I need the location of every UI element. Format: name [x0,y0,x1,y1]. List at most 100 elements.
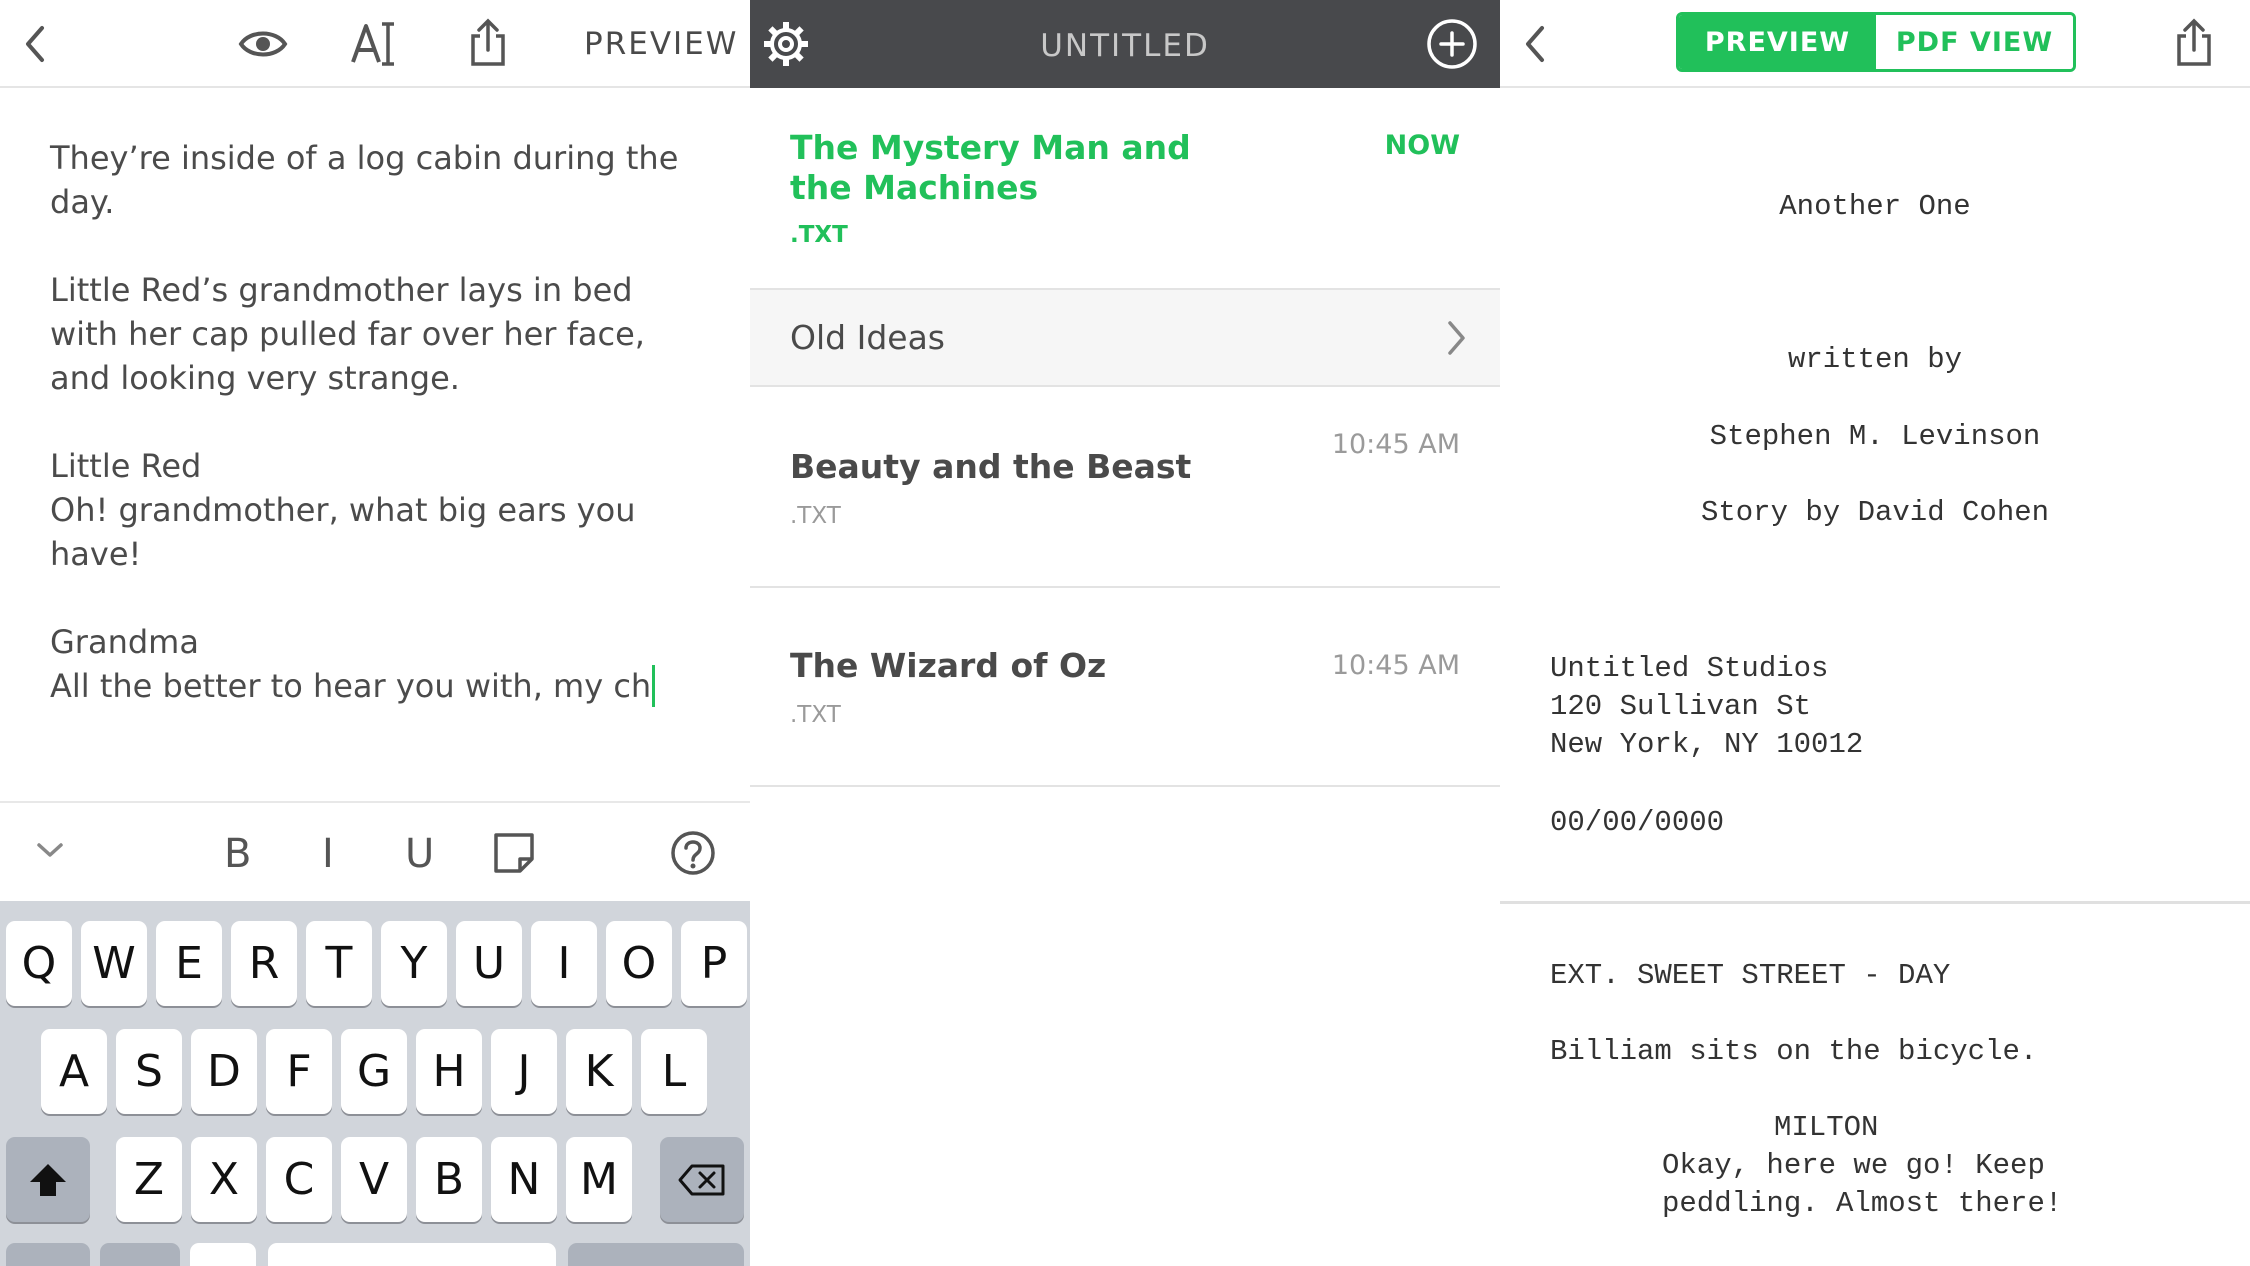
key[interactable]: W [81,921,147,1006]
character-line: Little Red [50,447,202,485]
file-title: The Mystery Man and the Machines [790,128,1191,207]
key[interactable]: A [41,1029,107,1114]
key[interactable]: C [266,1137,332,1222]
action-line: Billiam sits on the bicycle. [1550,1035,2038,1068]
file-ext: .TXT [790,503,841,529]
script-title: Another One [1779,190,1971,223]
underline-button[interactable]: U [405,831,434,877]
script-date: 00/00/0000 [1550,806,1725,839]
scene-heading: EXT. SWEET STREET - DAY [1550,959,1951,992]
folder-label: Old Ideas [790,318,945,357]
key[interactable]: G [341,1029,407,1114]
editor-nav-bar: PREVIEW [0,0,750,88]
key[interactable]: N [491,1137,557,1222]
editor-paragraph: They’re inside of a log cabin during the… [50,139,679,221]
file-ext: .TXT [790,222,848,248]
dialogue-line: Okay, here we go! Keep [1662,1149,2045,1182]
bold-button[interactable]: B [224,831,251,877]
address-line: New York, NY 10012 [1550,728,1864,761]
return-key[interactable] [568,1243,744,1266]
text-style-icon[interactable] [350,20,400,68]
note-icon[interactable] [492,831,536,875]
key[interactable]: O [606,921,672,1006]
file-item-active[interactable]: The Mystery Man and the Machines NOW .TX… [750,88,1500,288]
key[interactable]: J [491,1029,557,1114]
share-icon[interactable] [2174,18,2214,68]
story-by: Story by David Cohen [1700,496,2050,529]
address-line: Untitled Studios [1550,652,1829,685]
chevron-right-icon [1446,320,1466,356]
preview-panel: PREVIEW PDF VIEW Another One written by … [1500,0,2250,1266]
folder-title: UNTITLED [1040,28,1210,64]
key[interactable]: X [191,1137,257,1222]
key[interactable]: L [641,1029,707,1114]
dictation-key[interactable] [190,1243,256,1266]
keyboard: Q W E R T Y U I O P A S D F G H J K L Z … [0,901,750,1266]
share-icon[interactable] [468,18,508,68]
file-item[interactable]: Beauty and the Beast 10:45 AM .TXT [750,387,1500,587]
editor-paragraph: Little Red’s grandmother lays in bed wit… [50,271,645,397]
back-chevron-icon[interactable] [22,24,48,64]
author: Stephen M. Levinson [1709,420,2041,453]
file-time: 10:45 AM [1331,429,1460,460]
chevron-down-icon[interactable] [36,841,64,859]
editor-paragraph: Little Red Oh! grandmother, what big ears… [50,444,710,576]
key[interactable]: E [156,921,222,1006]
address-line: 120 Sullivan St [1550,690,1812,723]
backspace-icon [678,1164,725,1195]
file-item[interactable]: The Wizard of Oz 10:45 AM .TXT [750,588,1500,786]
page-divider [1500,901,2250,904]
folder-item-old-ideas[interactable]: Old Ideas [750,288,1500,387]
add-file-icon[interactable] [1426,18,1478,70]
preview-button[interactable]: PREVIEW [584,26,738,62]
numbers-key[interactable] [6,1243,90,1266]
files-nav-bar: UNTITLED [750,0,1500,88]
script-editor[interactable]: They’re inside of a log cabin during the… [50,136,710,708]
key[interactable]: I [531,921,597,1006]
dialogue-line: All the better to hear you with, my ch [50,667,652,705]
key[interactable]: R [231,921,297,1006]
space-key[interactable] [268,1243,556,1266]
format-toolbar: B I U [0,801,750,901]
key[interactable]: T [306,921,372,1006]
divider [750,785,1500,787]
files-panel: UNTITLED The Mystery Man and the Machine… [750,0,1500,1266]
file-time: NOW [1384,130,1460,161]
character-name: MILTON [1774,1111,1879,1144]
preview-nav-bar: PREVIEW PDF VIEW [1500,0,2250,88]
shift-arrow-icon [30,1163,66,1196]
key[interactable]: Z [116,1137,182,1222]
backspace-key[interactable] [660,1137,744,1222]
shift-key[interactable] [6,1137,90,1222]
tab-pdf-view[interactable]: PDF VIEW [1876,15,2073,69]
back-chevron-icon[interactable] [1522,24,1548,64]
key[interactable]: U [456,921,522,1006]
file-title: Beauty and the Beast [790,447,1192,486]
key[interactable]: F [266,1029,332,1114]
key[interactable]: B [416,1137,482,1222]
key[interactable]: Q [6,921,72,1006]
key[interactable]: D [191,1029,257,1114]
italic-button[interactable]: I [322,831,334,877]
written-by: written by [1787,343,1963,376]
editor-panel: PREVIEW They’re inside of a log cabin du… [0,0,750,1266]
help-icon[interactable] [670,830,716,876]
key[interactable]: Y [381,921,447,1006]
key[interactable]: P [681,921,747,1006]
file-title: The Wizard of Oz [790,646,1107,685]
key[interactable]: M [566,1137,632,1222]
file-ext: .TXT [790,702,841,728]
key[interactable]: V [341,1137,407,1222]
eye-icon[interactable] [238,26,288,62]
dialogue-line: peddling. Almost there! [1662,1187,2063,1220]
text-caret [652,665,656,707]
editor-paragraph-active: Grandma All the better to hear you with, … [50,620,710,708]
key[interactable]: S [116,1029,182,1114]
file-time: 10:45 AM [1331,650,1460,681]
view-toggle: PREVIEW PDF VIEW [1676,12,2076,72]
emoji-key[interactable] [100,1243,180,1266]
tab-preview[interactable]: PREVIEW [1679,15,1876,69]
key[interactable]: H [416,1029,482,1114]
key[interactable]: K [566,1029,632,1114]
dialogue-line: Oh! grandmother, what big ears you have! [50,491,636,573]
